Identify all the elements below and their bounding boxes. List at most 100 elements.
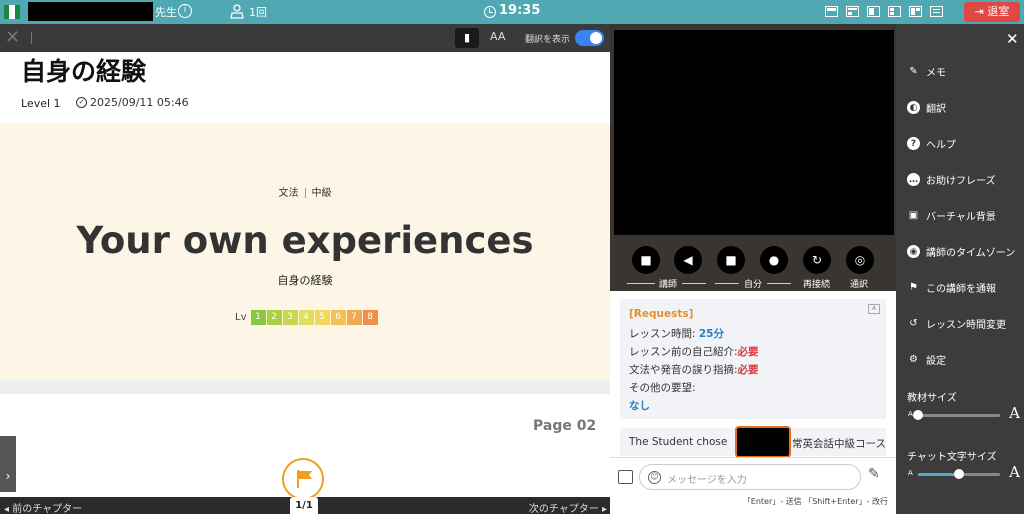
correction-row: 文法や発音の誤り指摘:必要 <box>629 362 759 377</box>
material-size-slider[interactable]: A A <box>908 404 1020 423</box>
teacher-group-line <box>627 283 655 284</box>
emoji-icon[interactable]: ☺ <box>648 471 661 484</box>
slider-knob[interactable] <box>954 469 964 479</box>
history-icon: ↺ <box>909 318 918 329</box>
menu-memo[interactable]: ✎ メモ <box>907 64 946 79</box>
layout-grid-icon[interactable] <box>888 6 901 17</box>
chat-font-size-label: チャット文字サイズ <box>907 448 997 463</box>
material-size-label: 教材サイズ <box>907 389 957 404</box>
lesson-timer: 19:35 <box>499 3 541 18</box>
interpreter-label: 通訳 <box>850 280 869 290</box>
level-scale: Lv 1 2 3 4 5 6 7 8 <box>235 309 378 325</box>
redacted-teacher-name <box>28 2 153 21</box>
teacher-controls-label: 講師 <box>659 280 678 290</box>
top-bar: 先生 i 1回 19:35 ⇥ 退室 <box>0 0 1024 24</box>
menu-report[interactable]: ⚑ この講師を通報 <box>907 280 996 295</box>
teacher-suffix: 先生 <box>155 6 177 19</box>
slider-track <box>918 414 1000 417</box>
font-size-button[interactable]: AA <box>490 30 505 43</box>
slider-fill <box>918 473 959 476</box>
cover-title: Your own experiences <box>76 219 534 262</box>
globe-icon: ◎ <box>854 253 866 267</box>
pen-icon[interactable]: ✎ <box>868 466 880 482</box>
toolbar-divider <box>31 32 32 44</box>
lesson-time-row: レッスン時間: 25分 <box>629 326 724 341</box>
camera-icon: ■ <box>725 253 737 267</box>
other-label: その他の要望: <box>629 382 696 394</box>
self-group-line <box>715 283 739 284</box>
menu-memo-label: メモ <box>926 68 946 79</box>
image-upload-icon[interactable] <box>618 470 633 484</box>
info-icon[interactable]: i <box>178 4 192 18</box>
requests-header-text: [Requests] <box>629 308 694 320</box>
speaker-icon: ◀ <box>683 253 693 267</box>
layout-video-right-icon[interactable] <box>867 6 880 17</box>
student-course-message: The Student chose 常英会話中級コース <box>620 426 886 458</box>
layout-document-icon[interactable] <box>930 6 943 17</box>
intro-row: レッスン前の自己紹介:必要 <box>629 344 759 359</box>
menu-help-label: ヘルプ <box>926 140 956 151</box>
menu-virtual-bg[interactable]: ▣ バーチャル背景 <box>907 208 996 223</box>
reconnect-button[interactable]: ↻ <box>803 246 831 274</box>
level-chip-4: 4 <box>298 309 314 325</box>
close-icon[interactable]: ✕ <box>1006 30 1019 48</box>
expand-panel-button[interactable]: › <box>0 436 16 492</box>
menu-phrases[interactable]: … お助けフレーズ <box>907 172 996 187</box>
chat-message-input[interactable]: ☺ メッセージを入力 <box>639 464 861 490</box>
document-toolbar: ✕ ▮ AA 翻訳を表示 <box>0 24 610 52</box>
menu-help[interactable]: ? ヘルプ <box>907 136 956 151</box>
other-value: なし <box>629 400 650 412</box>
translate-toggle[interactable] <box>575 30 604 46</box>
lesson-time-label: レッスン時間: <box>629 328 699 340</box>
teacher-camera-button[interactable]: ■ <box>632 246 660 274</box>
self-camera-button[interactable]: ■ <box>717 246 745 274</box>
refresh-icon: ↻ <box>811 253 823 267</box>
cover-subtitle: 自身の経験 <box>277 274 333 287</box>
menu-translate[interactable]: ◐ 翻訳 <box>907 100 946 115</box>
correction-value: 必要 <box>737 364 759 376</box>
clock-icon <box>484 6 496 18</box>
layout-single-icon[interactable] <box>825 6 838 17</box>
document-level: Level 1 <box>21 97 61 110</box>
flag-icon: ⚑ <box>909 282 918 293</box>
menu-timezone-label: 講師のタイムゾーン <box>926 248 1016 259</box>
student-course-prefix: The Student chose <box>629 436 728 448</box>
tools-icon[interactable]: ✕ <box>5 28 27 48</box>
menu-settings-label: 設定 <box>926 356 946 367</box>
gear-icon: ⚙ <box>909 354 918 365</box>
page-indicator: 1/1 <box>290 497 318 514</box>
person-icon <box>230 4 244 19</box>
chevron-right-small-icon: ▸ <box>598 504 607 515</box>
slider-knob[interactable] <box>913 410 923 420</box>
difficulty-label: 中級 <box>311 188 332 199</box>
menu-change-time[interactable]: ↺ レッスン時間変更 <box>907 316 1006 331</box>
menu-change-time-label: レッスン時間変更 <box>926 320 1006 331</box>
requests-header: [Requests] <box>629 308 693 320</box>
bookmark-flag-button[interactable] <box>282 458 324 500</box>
nigeria-flag-icon <box>4 5 20 19</box>
menu-timezone[interactable]: ◉ 講師のタイムゾーン <box>907 244 1015 259</box>
requests-box: A [Requests] レッスン時間: 25分 レッスン前の自己紹介:必要 文… <box>620 299 886 419</box>
menu-settings[interactable]: ⚙ 設定 <box>907 352 946 367</box>
category-divider <box>304 188 306 198</box>
level-chip-1: 1 <box>250 309 266 325</box>
translate-text-icon[interactable]: A <box>868 304 880 314</box>
level-chip-7: 7 <box>346 309 362 325</box>
self-mic-button[interactable]: ● <box>760 246 788 274</box>
prev-chapter-button[interactable]: ◂ 前のチャプター <box>4 500 82 515</box>
book-view-button[interactable]: ▮ <box>455 28 479 48</box>
side-menu: ✕ ✎ メモ ◐ 翻訳 ? ヘルプ … お助けフレーズ ▣ バーチャル背景 ◉ 講師のタイム… <box>896 24 1024 514</box>
page-separator <box>0 380 610 394</box>
cover-category: 文法 中級 <box>0 184 610 199</box>
level-scale-label: Lv <box>235 311 247 323</box>
interpreter-button[interactable]: ◎ <box>846 246 874 274</box>
chat-font-size-slider[interactable]: A A <box>908 463 1020 482</box>
correction-label: 文法や発音の誤り指摘: <box>629 364 738 376</box>
teacher-speaker-button[interactable]: ◀ <box>674 246 702 274</box>
layout-video-large-icon[interactable] <box>909 6 922 17</box>
check-circle-icon: ✓ <box>76 97 87 108</box>
chat-font-size-text: チャット文字サイズ <box>907 452 997 463</box>
layout-split-icon[interactable] <box>846 6 859 17</box>
exit-button[interactable]: ⇥ 退室 <box>964 2 1020 22</box>
next-chapter-button[interactable]: 次のチャプター ▸ <box>529 500 607 515</box>
